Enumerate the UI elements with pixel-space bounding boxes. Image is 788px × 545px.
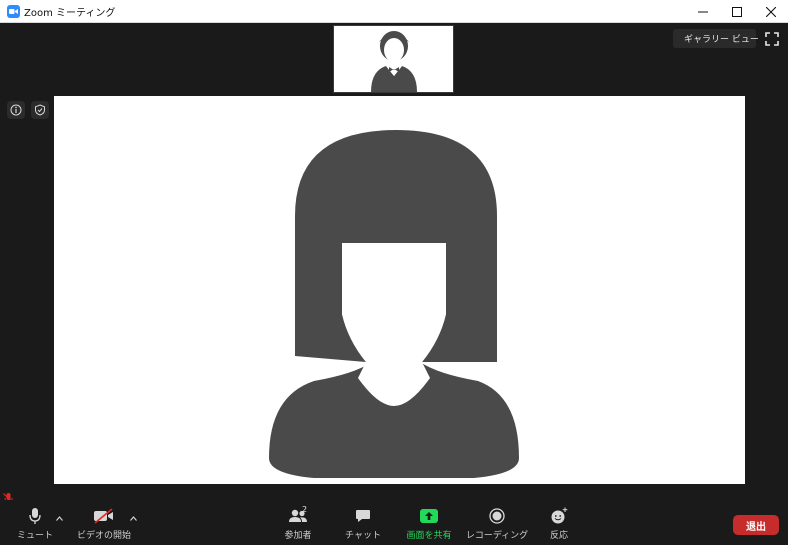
participants-button[interactable]: 2 参加者 bbox=[280, 505, 316, 541]
microphone-icon bbox=[29, 508, 41, 524]
leave-label: 退出 bbox=[746, 521, 766, 533]
fullscreen-button[interactable] bbox=[764, 31, 780, 47]
meeting-info-button[interactable] bbox=[7, 101, 25, 119]
video-options-caret[interactable] bbox=[128, 513, 138, 523]
participants-label: 参加者 bbox=[284, 531, 312, 541]
shield-icon bbox=[35, 104, 45, 116]
reactions-label: 反応 bbox=[549, 531, 568, 541]
male-avatar-icon bbox=[371, 31, 417, 92]
zoom-logo-icon bbox=[7, 5, 20, 18]
chat-bubble-icon bbox=[356, 510, 370, 522]
active-speaker-video bbox=[54, 96, 745, 484]
mute-label: ミュート bbox=[17, 531, 54, 541]
smiley-add-icon bbox=[551, 507, 568, 524]
reactions-button[interactable]: 反応 bbox=[544, 506, 574, 541]
maximize-icon bbox=[732, 6, 742, 17]
close-icon bbox=[766, 6, 776, 17]
chevron-up-icon bbox=[55, 515, 63, 521]
share-screen-icon bbox=[420, 509, 438, 523]
meeting-stage: ギャラリー ビュー bbox=[0, 23, 788, 505]
share-screen-label: 画面を共有 bbox=[406, 531, 452, 541]
record-button[interactable]: レコーディング bbox=[465, 506, 529, 541]
mute-button[interactable]: ミュート bbox=[17, 506, 53, 541]
participant-count: 2 bbox=[302, 505, 308, 514]
record-label: レコーディング bbox=[465, 531, 529, 541]
audio-options-caret[interactable] bbox=[54, 513, 64, 523]
meeting-toolbar: ミュート ビデオの開始 2 参加者 チャット 画面を共有 レコーディング 反応 … bbox=[0, 500, 788, 545]
chevron-up-icon bbox=[129, 515, 137, 521]
share-screen-button[interactable]: 画面を共有 bbox=[402, 506, 456, 541]
maximize-button[interactable] bbox=[720, 0, 754, 23]
info-icon bbox=[10, 104, 22, 116]
title-bar: Zoom ミーティング bbox=[0, 0, 788, 23]
security-button[interactable] bbox=[31, 101, 49, 119]
record-icon bbox=[489, 508, 505, 524]
minimize-button[interactable] bbox=[686, 0, 720, 23]
gallery-view-label: ギャラリー ビュー bbox=[684, 35, 759, 45]
gallery-view-button[interactable]: ギャラリー ビュー bbox=[673, 29, 759, 48]
start-video-label: ビデオの開始 bbox=[76, 531, 131, 541]
close-button[interactable] bbox=[754, 0, 788, 23]
female-avatar-icon bbox=[269, 130, 519, 478]
minimize-icon bbox=[698, 11, 708, 12]
chat-button[interactable]: チャット bbox=[344, 506, 382, 541]
participant-thumbnail[interactable] bbox=[333, 25, 454, 93]
chat-label: チャット bbox=[345, 531, 381, 541]
leave-meeting-button[interactable]: 退出 bbox=[733, 515, 779, 535]
video-camera-off-icon bbox=[94, 508, 113, 524]
fullscreen-icon bbox=[765, 32, 779, 46]
window-title: Zoom ミーティング bbox=[24, 8, 116, 19]
start-video-button[interactable]: ビデオの開始 bbox=[76, 506, 132, 541]
